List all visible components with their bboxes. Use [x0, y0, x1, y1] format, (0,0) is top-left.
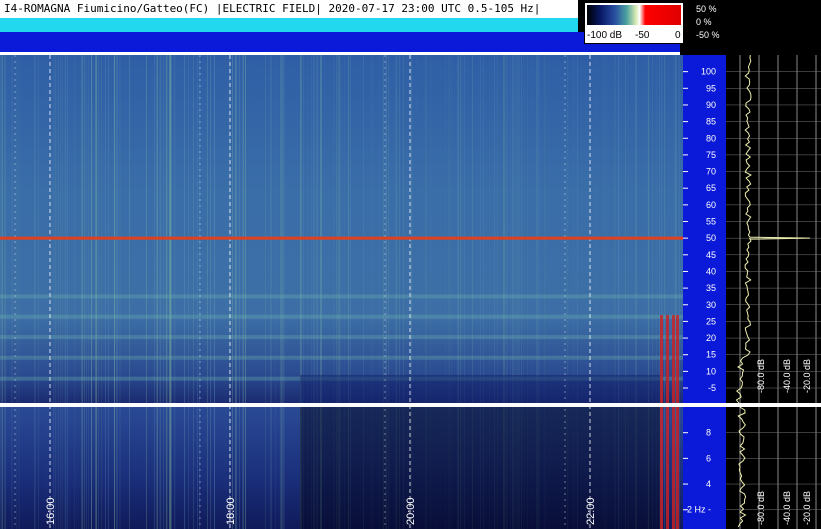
freq-tick-label: -5 — [708, 383, 716, 393]
chart-title: I4-ROMAGNA Fiumicino/Gatteo(FC) |ELECTRI… — [0, 0, 578, 18]
panel-divider — [0, 403, 683, 407]
schumann-band-2 — [0, 335, 683, 340]
profile-trace-lower — [737, 406, 747, 528]
frequency-axis: 100 95 90 85 80 75 70 65 60 55 50 45 40 35 30 25 20 15 10 -… — [683, 55, 726, 529]
freq-tick-label: 45 — [706, 250, 716, 260]
freq-tick-label: 85 — [706, 117, 716, 127]
time-tick-label: 20:00 — [405, 497, 417, 525]
percent-label-mid: 0 % — [696, 17, 712, 27]
freq-tick-label: 60 — [706, 200, 716, 210]
time-tick-label: 22:00 — [585, 497, 597, 525]
freq-tick-label: 8 — [706, 428, 711, 438]
profile-db-label: -20.0 dB — [802, 491, 812, 525]
profile-db-label: -20.0 dB — [802, 359, 812, 393]
percent-label-top: 50 % — [696, 4, 717, 14]
colorbar-gradient — [587, 5, 681, 25]
freq-tick-label: 50 — [706, 233, 716, 243]
colorbar-label-max: 0 — [675, 30, 681, 41]
freq-tick-label: 100 — [701, 67, 716, 77]
time-tick-label: 16:00 — [45, 497, 57, 525]
freq-tick-label: 40 — [706, 266, 716, 276]
freq-tick-label: 10 — [706, 366, 716, 376]
profile-db-label: -80.0 dB — [756, 359, 766, 393]
freq-tick-label: 55 — [706, 217, 716, 227]
freq-tick-label: 20 — [706, 333, 716, 343]
profile-trace-upper — [735, 55, 811, 404]
freq-tick-label: 65 — [706, 183, 716, 193]
freq-tick-label: 30 — [706, 300, 716, 310]
profile-db-label: -40.0 dB — [782, 491, 792, 525]
schumann-band-3 — [0, 314, 683, 319]
colorbar: -100 dB -50 0 — [584, 2, 684, 44]
percent-label-bottom: -50 % — [696, 30, 720, 40]
freq-tick-label: 90 — [706, 100, 716, 110]
spectrogram: 16:00 18:00 20:00 22:00 — [0, 55, 683, 529]
overview-strip-blue — [0, 32, 680, 52]
freq-tick-label: 4 — [706, 479, 711, 489]
time-tick-label: 18:00 — [225, 497, 237, 525]
schumann-band-1 — [0, 355, 683, 360]
freq-tick-label: 15 — [706, 350, 716, 360]
freq-tick-label: 95 — [706, 83, 716, 93]
spectrum-profile: -80.0 dB -40.0 dB -20.0 dB -80.0 dB -40.0 dB… — [726, 55, 821, 529]
profile-db-label: -80.0 dB — [756, 491, 766, 525]
spectrogram-upper-bg — [0, 55, 683, 403]
freq-tick-label: -2 Hz - — [684, 505, 711, 515]
colorbar-label-min: -100 dB — [587, 30, 623, 41]
freq-tick-label: 80 — [706, 133, 716, 143]
percent-axis: 50 % 0 % -50 % — [686, 0, 726, 52]
freq-tick-label: 25 — [706, 316, 716, 326]
mains-50hz-line — [0, 236, 683, 240]
profile-db-label: -40.0 dB — [782, 359, 792, 393]
colorbar-label-mid: -50 — [635, 30, 650, 41]
schumann-band-4 — [0, 294, 683, 299]
freq-tick-label: 35 — [706, 283, 716, 293]
freq-tick-label: 75 — [706, 150, 716, 160]
overview-strip-cyan — [0, 18, 578, 32]
freq-tick-label: 6 — [706, 453, 711, 463]
freq-tick-label: 70 — [706, 167, 716, 177]
